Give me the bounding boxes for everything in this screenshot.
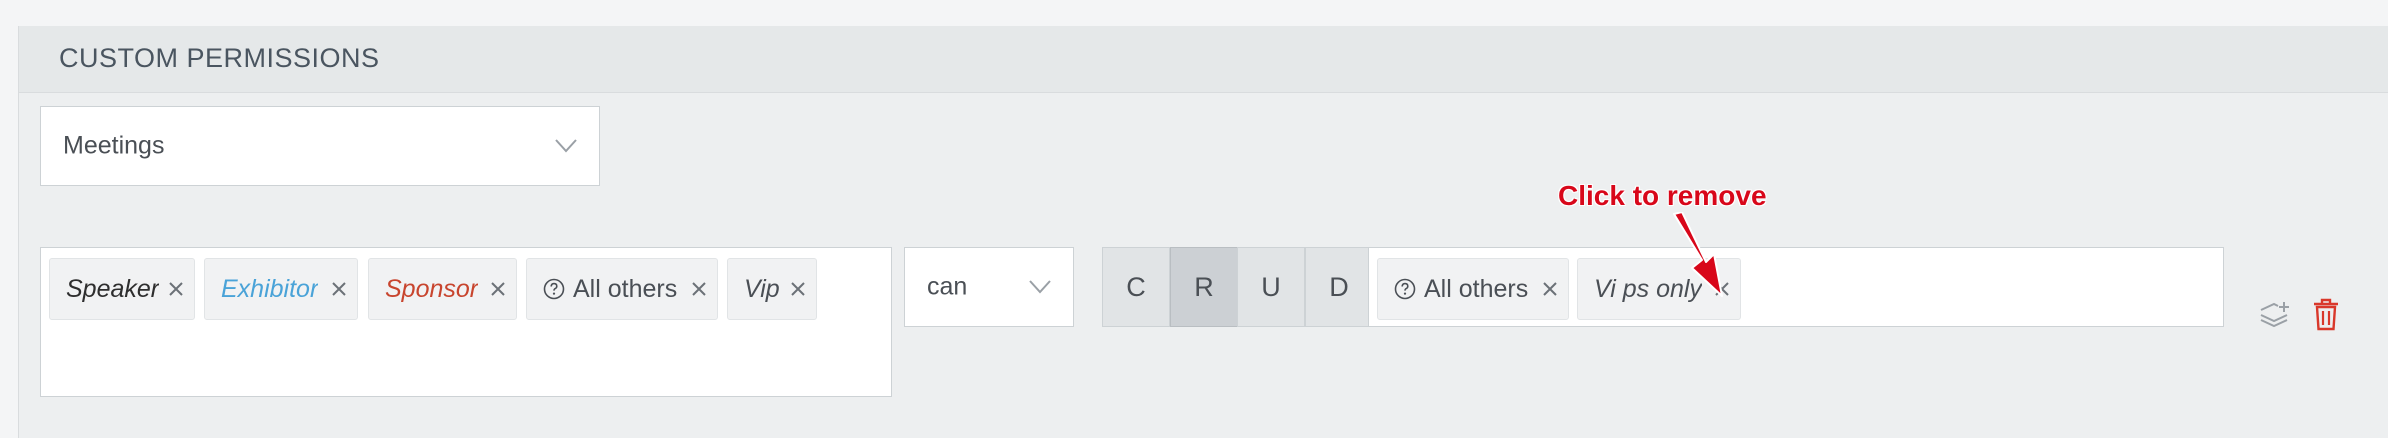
chevron-down-icon — [1029, 280, 1051, 294]
crud-read-toggle[interactable]: R — [1170, 247, 1238, 327]
role-tag-label: Vip — [744, 274, 780, 303]
panel-title: CUSTOM PERMISSIONS — [59, 43, 380, 73]
module-select[interactable]: Meetings — [40, 106, 600, 186]
roles-tag-input[interactable]: Speaker Exhibitor Sponsor All others Vip — [40, 247, 892, 397]
close-icon[interactable] — [331, 281, 347, 297]
panel-header: CUSTOM PERMISSIONS — [19, 26, 2388, 93]
crud-delete-toggle[interactable]: D — [1305, 247, 1373, 327]
role-tag-vip: Vip — [727, 258, 817, 320]
role-tag-sponsor: Sponsor — [368, 258, 517, 320]
annotation-arrow-icon — [1673, 212, 1723, 297]
close-icon[interactable] — [168, 281, 184, 297]
crud-create-toggle[interactable]: C — [1102, 247, 1170, 327]
close-icon[interactable] — [490, 281, 506, 297]
close-icon[interactable] — [1542, 281, 1558, 297]
click-to-remove-annotation: Click to remove — [1558, 180, 1767, 211]
role-tag-label: All others — [573, 274, 678, 303]
scope-tag-input[interactable]: All others Vi ps only — [1368, 247, 2224, 327]
role-tag-all-others: All others — [526, 258, 718, 320]
question-circle-icon — [1394, 278, 1416, 300]
role-tag-speaker: Speaker — [49, 258, 195, 320]
layers-plus-icon[interactable] — [2258, 298, 2292, 332]
question-circle-icon — [543, 278, 565, 300]
module-select-value: Meetings — [63, 131, 165, 160]
trash-icon[interactable] — [2312, 298, 2340, 332]
role-tag-label: Exhibitor — [221, 274, 319, 303]
role-tag-label: Speaker — [66, 274, 160, 303]
scope-tag-label: All others — [1424, 274, 1529, 303]
verb-select[interactable]: can — [904, 247, 1074, 327]
chevron-down-icon — [555, 139, 577, 153]
verb-select-value: can — [927, 272, 968, 301]
close-icon[interactable] — [790, 281, 806, 297]
close-icon[interactable] — [691, 281, 707, 297]
crud-update-toggle[interactable]: U — [1237, 247, 1305, 327]
role-tag-exhibitor: Exhibitor — [204, 258, 358, 320]
scope-tag-all-others: All others — [1377, 258, 1569, 320]
role-tag-label: Sponsor — [385, 274, 479, 303]
